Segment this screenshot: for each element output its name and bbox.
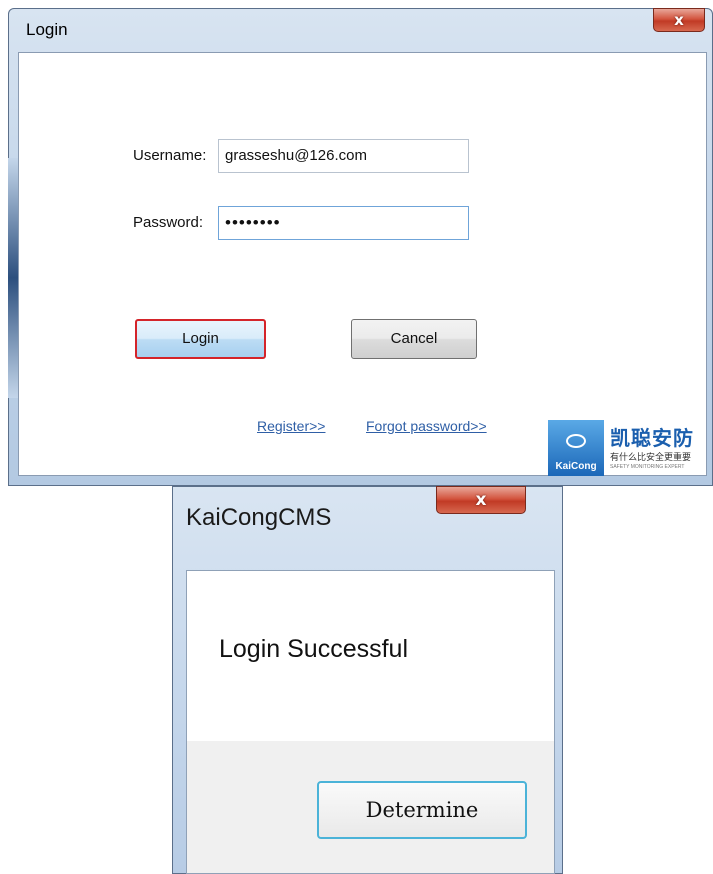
logo-brand-cn: 凯聪安防 <box>610 428 694 450</box>
kaicong-logo: KaiCong 凯聪安防 有什么比安全更重要 SAFETY MONITORING… <box>548 420 713 478</box>
username-label: Username: <box>133 147 207 164</box>
login-dialog-title: Login <box>26 20 68 39</box>
register-link[interactable]: Register>> <box>257 418 325 434</box>
determine-button[interactable]: Determine <box>317 781 527 839</box>
globe-icon <box>566 434 586 448</box>
message-dialog: KaiCongCMS x Login Successful Determine <box>172 486 563 874</box>
login-button[interactable]: Login <box>135 319 266 359</box>
cancel-button[interactable]: Cancel <box>351 319 477 359</box>
password-label: Password: <box>133 214 204 231</box>
window-edge <box>8 158 18 398</box>
username-input[interactable]: grasseshu@126.com <box>218 139 469 173</box>
logo-slogan: 有什么比安全更重要 <box>610 452 692 462</box>
close-icon: x <box>674 11 684 29</box>
forgot-password-link[interactable]: Forgot password>> <box>366 418 487 434</box>
kaicong-logo-icon: KaiCong <box>548 420 604 476</box>
message-body: Login Successful Determine <box>186 570 555 874</box>
logo-brand-en: KaiCong <box>555 461 597 472</box>
close-icon: x <box>475 490 487 510</box>
login-close-button[interactable]: x <box>653 8 705 32</box>
login-form: Username: grasseshu@126.com Password: ••… <box>18 52 707 476</box>
message-dialog-title: KaiCongCMS <box>186 504 332 531</box>
message-footer: Determine <box>187 741 554 873</box>
message-text: Login Successful <box>219 635 409 663</box>
login-dialog: Login x Username: grasseshu@126.com Pass… <box>8 8 713 486</box>
message-close-button[interactable]: x <box>436 486 526 514</box>
logo-subline: SAFETY MONITORING EXPERT <box>610 464 685 470</box>
login-titlebar[interactable]: Login x <box>8 8 713 52</box>
password-input[interactable]: •••••••• <box>218 206 469 240</box>
